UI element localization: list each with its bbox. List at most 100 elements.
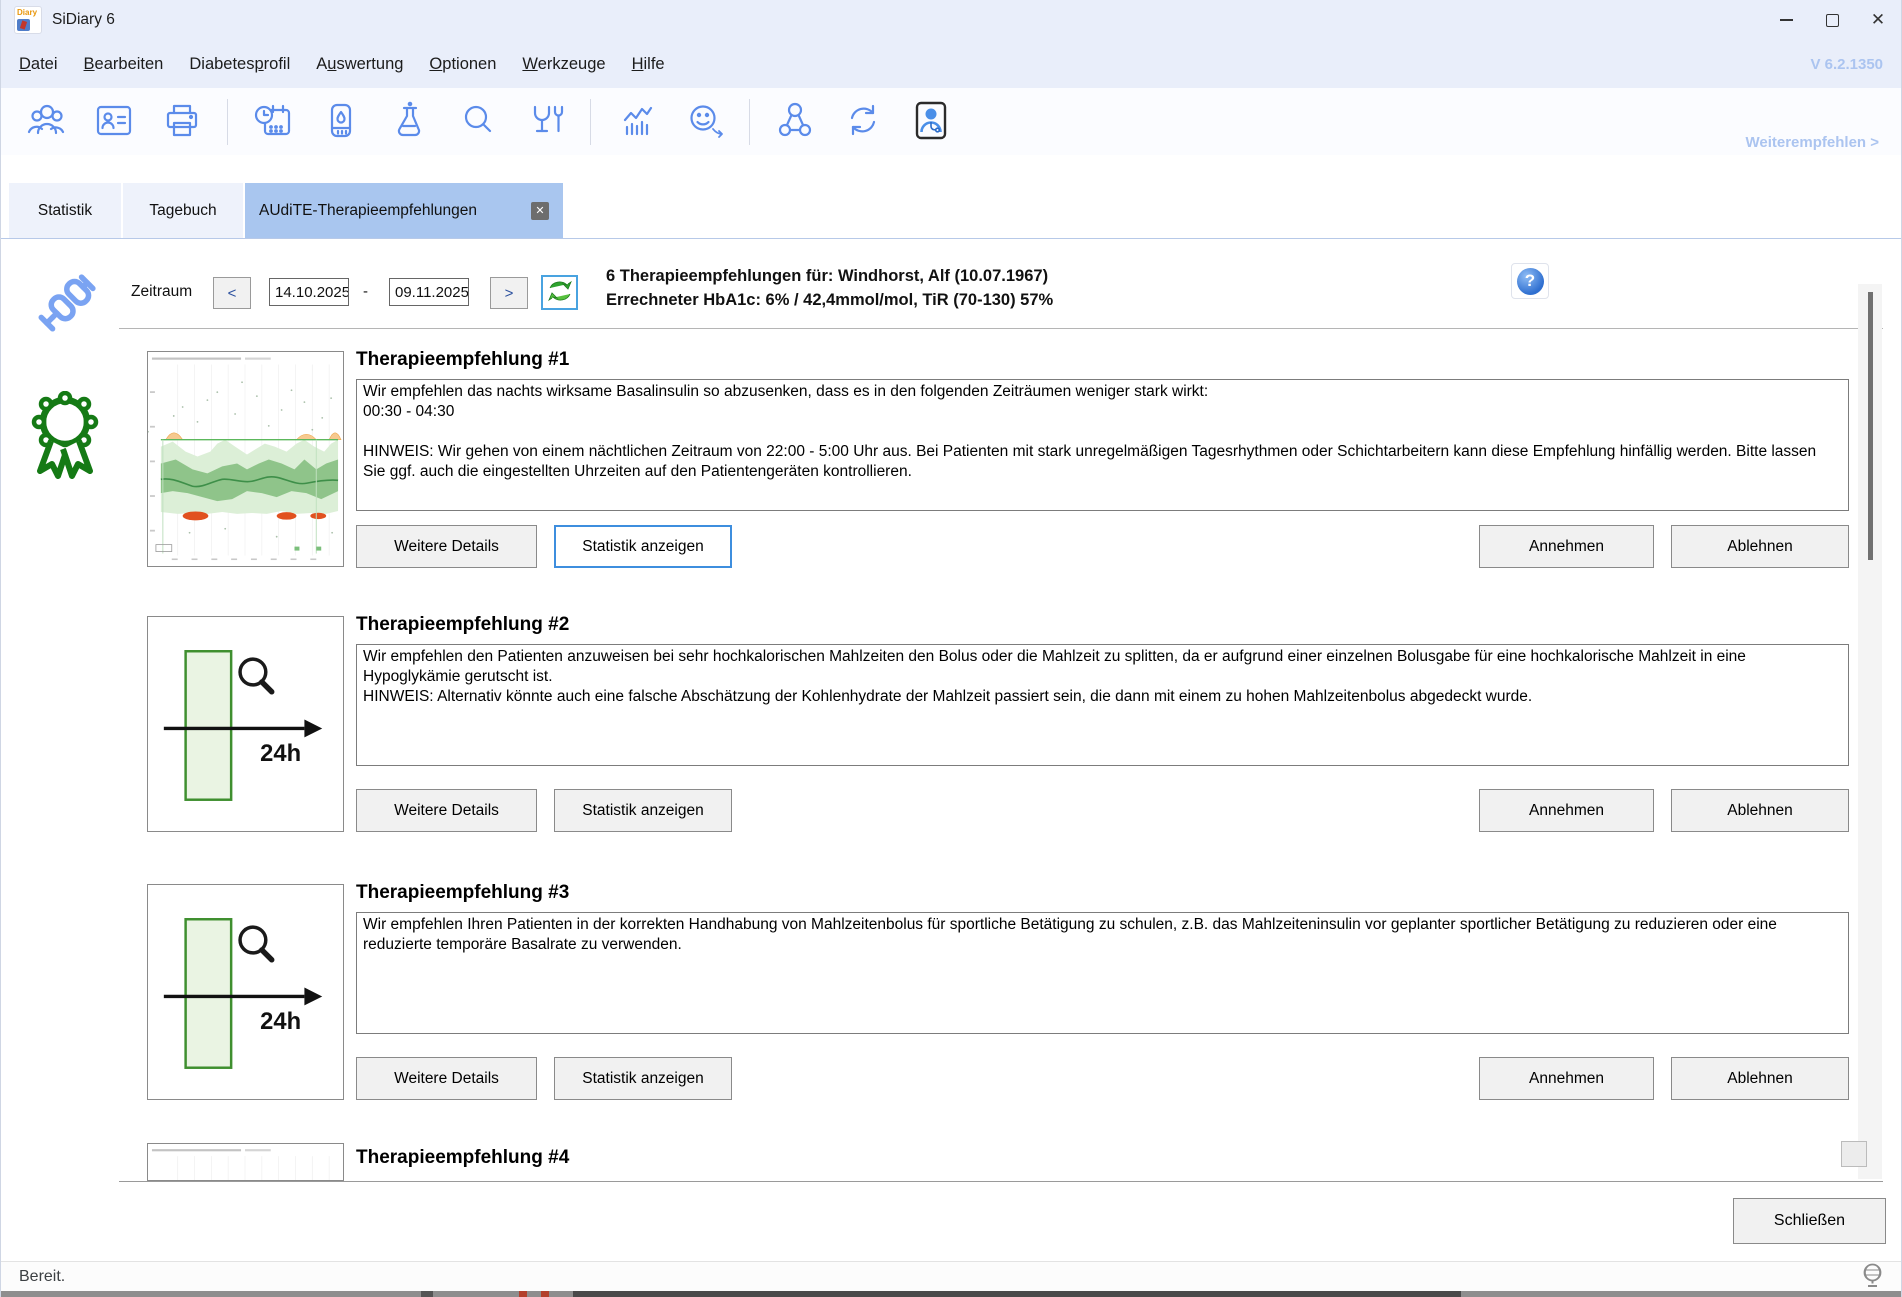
version-label: V 6.2.1350	[1810, 56, 1883, 73]
recommendation-count-header: 6 Therapieempfehlungen für: Windhorst, A…	[606, 267, 1048, 286]
menu-datei[interactable]: Datei	[1, 55, 71, 74]
recommendation-text: Wir empfehlen Ihren Patienten in der kor…	[356, 912, 1849, 1034]
maximize-button[interactable]	[1809, 0, 1855, 40]
toolbar-button-wellness[interactable]	[681, 96, 727, 148]
menu-werkzeuge[interactable]: Werkzeuge	[509, 55, 618, 74]
sync-icon	[841, 98, 885, 145]
menu-hilfe[interactable]: Hilfe	[619, 55, 678, 74]
title-bar: Diary SiDiary 6 ✕	[1, 0, 1901, 40]
menu-auswertung[interactable]: Auswertung	[303, 55, 416, 74]
toolbar-button-patients[interactable]	[23, 96, 69, 148]
agp-chart-thumbnail[interactable]	[147, 1143, 344, 1181]
menu-bar: Datei Bearbeiten Diabetesprofil Auswertu…	[1, 40, 1901, 88]
status-bar: Bereit.	[1, 1261, 1901, 1292]
toolbar-button-profile[interactable]	[91, 96, 137, 148]
hba1c-header: Errechneter HbA1c: 6% / 42,4mmol/mol, Ti…	[606, 291, 1053, 310]
show-statistics-button-3[interactable]: Statistik anzeigen	[554, 1057, 732, 1100]
tab-tagebuch[interactable]: Tagebuch	[123, 183, 243, 238]
print-icon	[160, 98, 204, 145]
decline-button-1[interactable]: Ablehnen	[1671, 525, 1849, 568]
menu-optionen[interactable]: Optionen	[416, 55, 509, 74]
scrollbar-thumb[interactable]	[1868, 292, 1873, 560]
menu-diabetesprofil[interactable]: Diabetesprofil	[176, 55, 303, 74]
meal-icon	[523, 98, 567, 145]
previous-period-button[interactable]: <	[213, 277, 251, 309]
recommendation-text: Wir empfehlen das nachts wirksame Basali…	[356, 379, 1849, 511]
tab-close-button[interactable]: ✕	[531, 202, 549, 220]
accept-button-2[interactable]: Annehmen	[1479, 789, 1654, 832]
main-content: Zeitraum < - > 6 Therapieempfehlungen fü…	[1, 239, 1901, 1261]
recommendation-title: Therapieempfehlung #1	[356, 349, 569, 371]
refresh-button[interactable]	[541, 275, 578, 310]
next-period-button[interactable]: >	[490, 277, 528, 309]
accept-button-3[interactable]: Annehmen	[1479, 1057, 1654, 1100]
tab-statistik[interactable]: Statistik	[9, 183, 121, 238]
date-to-input[interactable]	[389, 278, 469, 306]
scroll-area-bottom-divider	[119, 1181, 1883, 1182]
award-ribbon-icon[interactable]	[29, 391, 101, 484]
recommendation-title: Therapieempfehlung #4	[356, 1147, 569, 1169]
date-range-separator: -	[363, 283, 368, 300]
show-statistics-button-2[interactable]: Statistik anzeigen	[554, 789, 732, 832]
background-window-edge	[1, 1291, 1901, 1297]
daytime-range-thumbnail[interactable]: 24h	[147, 616, 344, 832]
status-text: Bereit.	[19, 1268, 65, 1286]
reminder-icon	[251, 98, 295, 145]
sidiary-window: { "window": { "title": "SiDiary 6", "clo…	[0, 0, 1902, 1297]
tab-close-icon: ✕	[535, 204, 544, 217]
details-button-3[interactable]: Weitere Details	[356, 1057, 537, 1100]
accept-button-1[interactable]: Annehmen	[1479, 525, 1654, 568]
toolbar-separator	[590, 99, 591, 145]
toolbar-button-telemedicine[interactable]	[908, 96, 954, 148]
recommend-link[interactable]: Weiterempfehlen >	[1745, 134, 1879, 151]
window-title: SiDiary 6	[52, 11, 115, 29]
toolbar: Weiterempfehlen >	[1, 88, 1901, 155]
minimize-icon	[1780, 19, 1793, 21]
refresh-icon	[546, 278, 574, 307]
connect-plug-icon[interactable]	[34, 271, 98, 342]
show-statistics-button-1[interactable]: Statistik anzeigen	[554, 525, 732, 568]
toolbar-button-search[interactable]	[454, 96, 500, 148]
toolbar-button-statistics[interactable]	[613, 96, 659, 148]
close-tab-button[interactable]: Schließen	[1733, 1198, 1886, 1244]
wellness-icon	[682, 98, 726, 145]
toolbar-button-print[interactable]	[159, 96, 205, 148]
toolbar-button-lab[interactable]	[386, 96, 432, 148]
maximize-icon	[1826, 14, 1839, 27]
help-button[interactable]: ?	[1511, 263, 1549, 299]
toolbar-button-reminder[interactable]	[250, 96, 296, 148]
globe-icon	[1860, 1262, 1885, 1293]
minimize-button[interactable]	[1763, 0, 1809, 40]
recommendation-title: Therapieempfehlung #3	[356, 882, 569, 904]
header-divider	[119, 328, 1883, 329]
toolbar-separator	[227, 99, 228, 145]
date-from-input[interactable]	[269, 278, 349, 306]
menu-bearbeiten[interactable]: Bearbeiten	[71, 55, 177, 74]
close-icon: ✕	[1871, 10, 1885, 30]
daytime-range-thumbnail[interactable]: 24h	[147, 884, 344, 1100]
decline-button-2[interactable]: Ablehnen	[1671, 789, 1849, 832]
profile-card-icon	[92, 98, 136, 145]
decline-button-3[interactable]: Ablehnen	[1671, 1057, 1849, 1100]
recommendation-text: Wir empfehlen den Patienten anzuweisen b…	[356, 644, 1849, 766]
toolbar-separator	[749, 99, 750, 145]
recommendation-title: Therapieempfehlung #2	[356, 614, 569, 636]
tab-bar: Statistik Tagebuch AUdiTE-Therapieempfeh…	[1, 183, 1901, 239]
tab-audite-therapieempfehlungen[interactable]: AUdiTE-Therapieempfehlungen ✕	[245, 183, 563, 238]
details-button-2[interactable]: Weitere Details	[356, 789, 537, 832]
share-icon	[773, 98, 817, 145]
app-icon: Diary	[14, 6, 42, 34]
details-button-1[interactable]: Weitere Details	[356, 525, 537, 568]
vertical-scrollbar[interactable]	[1858, 284, 1882, 1179]
close-window-button[interactable]: ✕	[1855, 0, 1901, 40]
svg-text:24h: 24h	[260, 1008, 301, 1035]
device-icon	[319, 98, 363, 145]
zeitraum-label: Zeitraum	[131, 283, 192, 301]
toolbar-button-meal[interactable]	[522, 96, 568, 148]
toolbar-button-device[interactable]	[318, 96, 364, 148]
help-icon: ?	[1517, 268, 1544, 295]
toolbar-button-sync[interactable]	[840, 96, 886, 148]
toolbar-button-share[interactable]	[772, 96, 818, 148]
telemedicine-icon	[909, 98, 953, 145]
agp-chart-thumbnail[interactable]	[147, 351, 344, 567]
